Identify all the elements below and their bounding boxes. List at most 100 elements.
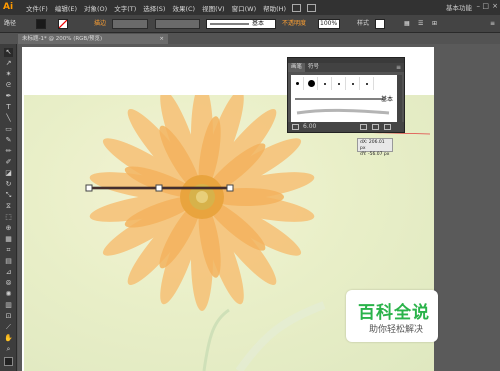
stroke-value: 6.00 — [303, 123, 317, 130]
minimize-button[interactable]: – — [477, 2, 481, 10]
menu-help[interactable]: 帮助(H) — [263, 3, 286, 13]
menu-window[interactable]: 窗口(W) — [232, 3, 257, 13]
variable-width-dropdown[interactable] — [155, 19, 200, 29]
none-slash-icon — [59, 20, 67, 28]
brush-libraries-icon[interactable] — [292, 124, 299, 130]
line-tool-icon[interactable]: ╲ — [4, 114, 13, 123]
paintbrush-tool-icon[interactable]: ✎ — [4, 136, 13, 145]
scale-tool-icon[interactable]: ⤡ — [4, 191, 13, 200]
tab-symbols[interactable]: 符号 — [305, 63, 322, 72]
brush-panel: 画笔 符号 ≡ 基本 6.00 — [287, 57, 405, 133]
pen-tool-icon[interactable]: ✒ — [4, 92, 13, 101]
brush-dot-large[interactable] — [305, 77, 318, 90]
graphic-style-swatch[interactable] — [375, 19, 385, 29]
perspective-grid-tool-icon[interactable]: ▦ — [4, 235, 13, 244]
selection-tool-icon[interactable]: ↖ — [4, 48, 13, 57]
dx-readout: dX: 206.01 px — [360, 140, 385, 151]
eyedropper-tool-icon[interactable]: ⊿ — [4, 268, 13, 277]
magic-wand-tool-icon[interactable]: ✶ — [4, 70, 13, 79]
opacity-label[interactable]: 不透明度 — [282, 18, 306, 29]
transform-icon[interactable]: ⊞ — [432, 18, 437, 29]
brush-definition-dropdown[interactable]: 基本 — [206, 19, 276, 29]
bridge-icon[interactable] — [292, 3, 302, 12]
menu-bar: Ai 文件(F) 编辑(E) 对象(O) 文字(T) 选择(S) 效果(C) 视… — [0, 0, 500, 15]
gradient-tool-icon[interactable]: ▤ — [4, 257, 13, 266]
dy-readout: dY: -56.07 px — [360, 152, 390, 157]
anchor-point-handle[interactable] — [85, 184, 93, 192]
pencil-tool-icon[interactable]: ✏ — [4, 147, 13, 156]
direct-selection-tool-icon[interactable]: ↗ — [4, 59, 13, 68]
brush-dot-tiny[interactable] — [319, 77, 332, 90]
zoom-tool-icon[interactable]: ⌕ — [4, 345, 13, 354]
panel-bottom-bar: 6.00 — [288, 122, 404, 132]
workspace-switcher[interactable]: 基本功能 — [446, 2, 472, 12]
brush-dot-small[interactable] — [291, 77, 304, 90]
menu-effect[interactable]: 效果(C) — [172, 3, 195, 13]
anchor-point-handle[interactable] — [155, 184, 163, 192]
align-icon[interactable]: ☰ — [418, 18, 423, 29]
rectangle-tool-icon[interactable]: ▭ — [4, 125, 13, 134]
brush-library-list: 基本 — [291, 75, 401, 123]
basic-brush-label: 基本 — [381, 96, 394, 103]
fill-swatch[interactable] — [36, 19, 46, 29]
anchor-point-handle[interactable] — [226, 184, 234, 192]
selected-path[interactable] — [84, 180, 236, 196]
fill-stroke-swatch[interactable] — [4, 357, 13, 366]
stroke-weight-field[interactable] — [112, 19, 148, 29]
control-bar: 路径 描边 基本 不透明度 100% 样式 ▦ ☰ ⊞ ≡ — [0, 15, 500, 33]
panel-menu-icon[interactable]: ≡ — [396, 64, 401, 71]
close-tab-icon[interactable]: × — [159, 34, 164, 44]
type-tool-icon[interactable]: T — [4, 103, 13, 112]
brush-name-label: 基本 — [252, 20, 265, 27]
width-tool-icon[interactable]: ⧖ — [4, 202, 13, 211]
control-menu-icon[interactable]: ≡ — [490, 18, 495, 29]
menu-type[interactable]: 文字(T) — [114, 3, 136, 13]
tools-panel: ↖ ↗ ✶ ᘓ ✒ T ╲ ▭ ✎ ✏ ✐ ◪ ↻ ⤡ ⧖ ⬚ ⊕ ▦ ⌗ ▤ … — [0, 44, 17, 371]
brush-dot-tiny[interactable] — [347, 77, 360, 90]
arrange-documents-icon[interactable] — [307, 3, 317, 12]
new-brush-icon[interactable] — [372, 124, 379, 130]
free-transform-tool-icon[interactable]: ⬚ — [4, 213, 13, 222]
menu-select[interactable]: 选择(S) — [143, 3, 165, 13]
document-tab[interactable]: 未标题-1* @ 200% (RGB/预览) × — [18, 34, 168, 44]
stroke-swatch[interactable] — [58, 19, 68, 29]
app-logo: Ai — [3, 2, 14, 12]
blob-brush-tool-icon[interactable]: ✐ — [4, 158, 13, 167]
artboard-tool-icon[interactable]: ⊡ — [4, 312, 13, 321]
symbol-sprayer-tool-icon[interactable]: ✺ — [4, 290, 13, 299]
recolor-icon[interactable]: ▦ — [404, 18, 410, 29]
menu-file[interactable]: 文件(F) — [26, 3, 48, 13]
brush-stroke-preview — [210, 23, 249, 25]
column-graph-tool-icon[interactable]: ▥ — [4, 301, 13, 310]
style-label: 样式 — [357, 20, 370, 27]
eraser-tool-icon[interactable]: ◪ — [4, 169, 13, 178]
document-title: 未标题-1* @ 200% (RGB/预览) — [22, 36, 103, 42]
maximize-button[interactable]: □ — [482, 2, 489, 10]
watermark-logo: 百科全说 助你轻松解决 — [346, 290, 438, 342]
drag-offset-tooltip: dX: 206.01 px dY: -56.07 px — [357, 138, 393, 157]
close-button[interactable]: × — [492, 2, 498, 10]
mesh-tool-icon[interactable]: ⌗ — [4, 246, 13, 255]
charcoal-brush-stroke[interactable] — [293, 107, 393, 117]
stroke-label[interactable]: 描边 — [94, 18, 106, 29]
panel-tabs: 画笔 符号 — [288, 63, 404, 72]
delete-brush-icon[interactable] — [384, 124, 391, 130]
slice-tool-icon[interactable]: ⟋ — [4, 323, 13, 332]
watermark-title: 百科全说 — [358, 303, 430, 323]
options-icon[interactable] — [360, 124, 367, 130]
menu-edit[interactable]: 编辑(E) — [55, 3, 77, 13]
basic-brush-stroke[interactable] — [293, 95, 391, 103]
brush-dot-tiny[interactable] — [361, 77, 374, 90]
rotate-tool-icon[interactable]: ↻ — [4, 180, 13, 189]
opacity-field[interactable]: 100% — [318, 19, 340, 29]
tab-brushes[interactable]: 画笔 — [288, 63, 306, 72]
brush-dot-tiny[interactable] — [333, 77, 346, 90]
menu-view[interactable]: 视图(V) — [202, 3, 225, 13]
hand-tool-icon[interactable]: ✋ — [4, 334, 13, 343]
lasso-tool-icon[interactable]: ᘓ — [4, 81, 13, 90]
shape-builder-tool-icon[interactable]: ⊕ — [4, 224, 13, 233]
panel-scrollbar[interactable] — [397, 75, 402, 123]
blend-tool-icon[interactable]: ⦾ — [4, 279, 13, 288]
menu-object[interactable]: 对象(O) — [84, 3, 107, 13]
selection-type-label: 路径 — [4, 20, 17, 27]
